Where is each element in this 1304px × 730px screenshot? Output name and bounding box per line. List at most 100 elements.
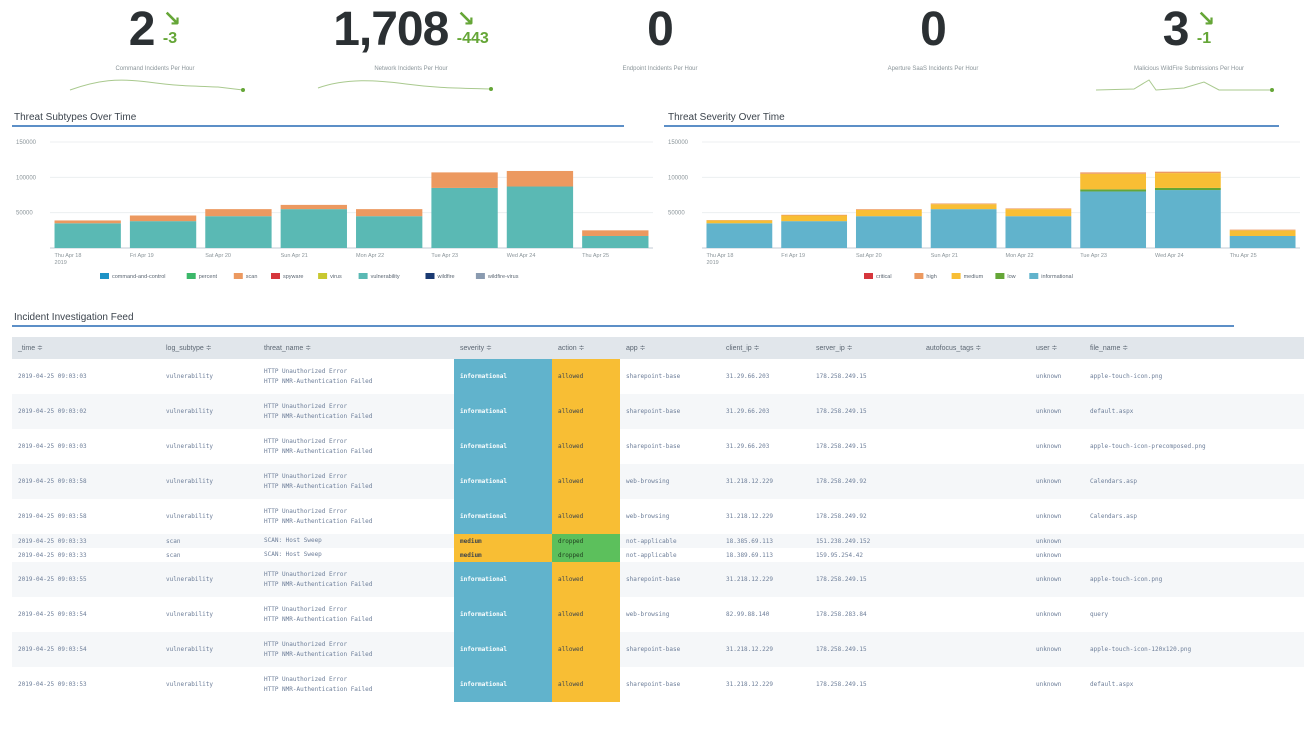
cell-file-name[interactable] bbox=[1084, 534, 1304, 548]
table-row[interactable]: 2019-04-25 09:03:58 vulnerability HTTP Una… bbox=[12, 499, 1304, 534]
cell-user[interactable]: unknown bbox=[1030, 499, 1084, 534]
bar-vulnerability-4[interactable] bbox=[356, 216, 423, 248]
cell-threat-name[interactable]: HTTP Unauthorized Error HTTP NMR-Authenti… bbox=[258, 464, 454, 499]
cell-time[interactable]: 2019-04-25 09:03:58 bbox=[12, 499, 160, 534]
column-header-log-subtype[interactable]: log_subtype ≑ bbox=[160, 337, 258, 359]
bar-vulnerability-3[interactable] bbox=[280, 209, 347, 248]
cell-time[interactable]: 2019-04-25 09:03:33 bbox=[12, 548, 160, 562]
cell-server-ip[interactable]: 178.258.249.15 bbox=[810, 667, 920, 702]
column-header-time[interactable]: _time ≑ bbox=[12, 337, 160, 359]
bar-medium-3[interactable] bbox=[930, 204, 997, 210]
cell-user[interactable]: unknown bbox=[1030, 667, 1084, 702]
bar-high-7[interactable] bbox=[1229, 229, 1296, 231]
legend-label[interactable]: wildfire-virus bbox=[487, 274, 519, 280]
cell-time[interactable]: 2019-04-25 09:03:54 bbox=[12, 632, 160, 667]
cell-user[interactable]: unknown bbox=[1030, 548, 1084, 562]
legend-label[interactable]: vulnerability bbox=[371, 274, 400, 280]
cell-threat-name[interactable]: HTTP Unauthorized Error HTTP NMR-Authenti… bbox=[258, 359, 454, 394]
table-row[interactable]: 2019-04-25 09:03:02 vulnerability HTTP Una… bbox=[12, 394, 1304, 429]
bar-scan-0[interactable] bbox=[54, 220, 121, 224]
cell-file-name[interactable]: apple-touch-icon-120x120.png bbox=[1084, 632, 1304, 667]
bar-informational-2[interactable] bbox=[855, 216, 922, 248]
cell-severity[interactable]: medium bbox=[454, 534, 552, 548]
cell-server-ip[interactable]: 178.258.249.15 bbox=[810, 429, 920, 464]
cell-app[interactable]: sharepoint-base bbox=[620, 632, 720, 667]
table-row[interactable]: 2019-04-25 09:03:53 vulnerability HTTP Una… bbox=[12, 667, 1304, 702]
table-row[interactable]: 2019-04-25 09:03:03 vulnerability HTTP Una… bbox=[12, 429, 1304, 464]
table-row[interactable]: 2019-04-25 09:03:33 scan SCAN: Host Sweep m… bbox=[12, 548, 1304, 562]
cell-client-ip[interactable]: 31.218.12.229 bbox=[720, 499, 810, 534]
bar-informational-0[interactable] bbox=[706, 223, 773, 248]
cell-file-name[interactable]: apple-touch-icon-precomposed.png bbox=[1084, 429, 1304, 464]
cell-file-name[interactable]: query bbox=[1084, 597, 1304, 632]
cell-client-ip[interactable]: 31.218.12.229 bbox=[720, 632, 810, 667]
cell-action[interactable]: allowed bbox=[552, 464, 620, 499]
column-header-app[interactable]: app ≑ bbox=[620, 337, 720, 359]
cell-severity[interactable]: informational bbox=[454, 632, 552, 667]
cell-server-ip[interactable]: 178.258.249.92 bbox=[810, 464, 920, 499]
cell-action[interactable]: dropped bbox=[552, 548, 620, 562]
bar-low-5[interactable] bbox=[1080, 189, 1147, 192]
cell-log-subtype[interactable]: vulnerability bbox=[160, 632, 258, 667]
cell-client-ip[interactable]: 18.389.69.113 bbox=[720, 548, 810, 562]
bar-low-6[interactable] bbox=[1154, 187, 1221, 191]
column-header-server-ip[interactable]: server_ip ≑ bbox=[810, 337, 920, 359]
bar-vulnerability-0[interactable] bbox=[54, 223, 121, 248]
cell-log-subtype[interactable]: vulnerability bbox=[160, 429, 258, 464]
bar-vulnerability-7[interactable] bbox=[582, 235, 649, 248]
cell-threat-name[interactable]: SCAN: Host Sweep bbox=[258, 534, 454, 548]
cell-file-name[interactable]: default.aspx bbox=[1084, 667, 1304, 702]
bar-high-2[interactable] bbox=[855, 209, 922, 210]
cell-user[interactable]: unknown bbox=[1030, 359, 1084, 394]
cell-client-ip[interactable]: 31.29.66.203 bbox=[720, 359, 810, 394]
cell-action[interactable]: allowed bbox=[552, 499, 620, 534]
cell-app[interactable]: sharepoint-base bbox=[620, 394, 720, 429]
column-header-file-name[interactable]: file_name ≑ bbox=[1084, 337, 1304, 359]
cell-severity[interactable]: medium bbox=[454, 548, 552, 562]
bar-scan-2[interactable] bbox=[205, 209, 272, 217]
cell-autofocus-tags[interactable] bbox=[920, 464, 1030, 499]
bar-scan-3[interactable] bbox=[280, 204, 347, 210]
table-row[interactable]: 2019-04-25 09:03:58 vulnerability HTTP Una… bbox=[12, 464, 1304, 499]
legend-label[interactable]: high bbox=[926, 274, 936, 280]
cell-app[interactable]: sharepoint-base bbox=[620, 562, 720, 597]
cell-threat-name[interactable]: HTTP Unauthorized Error HTTP NMR-Authenti… bbox=[258, 499, 454, 534]
bar-scan-4[interactable] bbox=[356, 209, 423, 217]
cell-log-subtype[interactable]: vulnerability bbox=[160, 359, 258, 394]
cell-user[interactable]: unknown bbox=[1030, 562, 1084, 597]
cell-client-ip[interactable]: 82.99.88.140 bbox=[720, 597, 810, 632]
column-header-severity[interactable]: severity ≑ bbox=[454, 337, 552, 359]
cell-autofocus-tags[interactable] bbox=[920, 534, 1030, 548]
legend-label[interactable]: wildfire bbox=[437, 274, 455, 280]
bar-medium-6[interactable] bbox=[1154, 173, 1221, 188]
cell-user[interactable]: unknown bbox=[1030, 534, 1084, 548]
cell-client-ip[interactable]: 31.29.66.203 bbox=[720, 429, 810, 464]
legend-label[interactable]: medium bbox=[964, 274, 984, 280]
cell-severity[interactable]: informational bbox=[454, 464, 552, 499]
kpi-aperture-saas-incidents[interactable]: 0 Aperture SaaS Incidents Per Hour bbox=[818, 4, 1048, 96]
cell-severity[interactable]: informational bbox=[454, 429, 552, 464]
bar-high-3[interactable] bbox=[930, 203, 997, 205]
bar-medium-7[interactable] bbox=[1229, 230, 1296, 236]
bar-vulnerability-1[interactable] bbox=[129, 221, 197, 248]
cell-autofocus-tags[interactable] bbox=[920, 499, 1030, 534]
cell-server-ip[interactable]: 178.258.283.84 bbox=[810, 597, 920, 632]
bar-medium-5[interactable] bbox=[1080, 173, 1147, 190]
cell-app[interactable]: web-browsing bbox=[620, 597, 720, 632]
bar-informational-5[interactable] bbox=[1080, 191, 1147, 248]
bar-medium-2[interactable] bbox=[855, 209, 922, 217]
bar-informational-3[interactable] bbox=[930, 209, 997, 248]
cell-user[interactable]: unknown bbox=[1030, 394, 1084, 429]
bar-scan-1[interactable] bbox=[129, 215, 197, 222]
legend-label[interactable]: command-and-control bbox=[112, 274, 166, 280]
bar-informational-4[interactable] bbox=[1005, 216, 1072, 248]
cell-file-name[interactable]: apple-touch-icon.png bbox=[1084, 562, 1304, 597]
cell-threat-name[interactable]: HTTP Unauthorized Error HTTP NMR-Authenti… bbox=[258, 667, 454, 702]
cell-autofocus-tags[interactable] bbox=[920, 548, 1030, 562]
cell-severity[interactable]: informational bbox=[454, 562, 552, 597]
cell-server-ip[interactable]: 178.258.249.15 bbox=[810, 359, 920, 394]
cell-user[interactable]: unknown bbox=[1030, 632, 1084, 667]
cell-autofocus-tags[interactable] bbox=[920, 429, 1030, 464]
cell-severity[interactable]: informational bbox=[454, 359, 552, 394]
legend-label[interactable]: virus bbox=[330, 274, 342, 280]
